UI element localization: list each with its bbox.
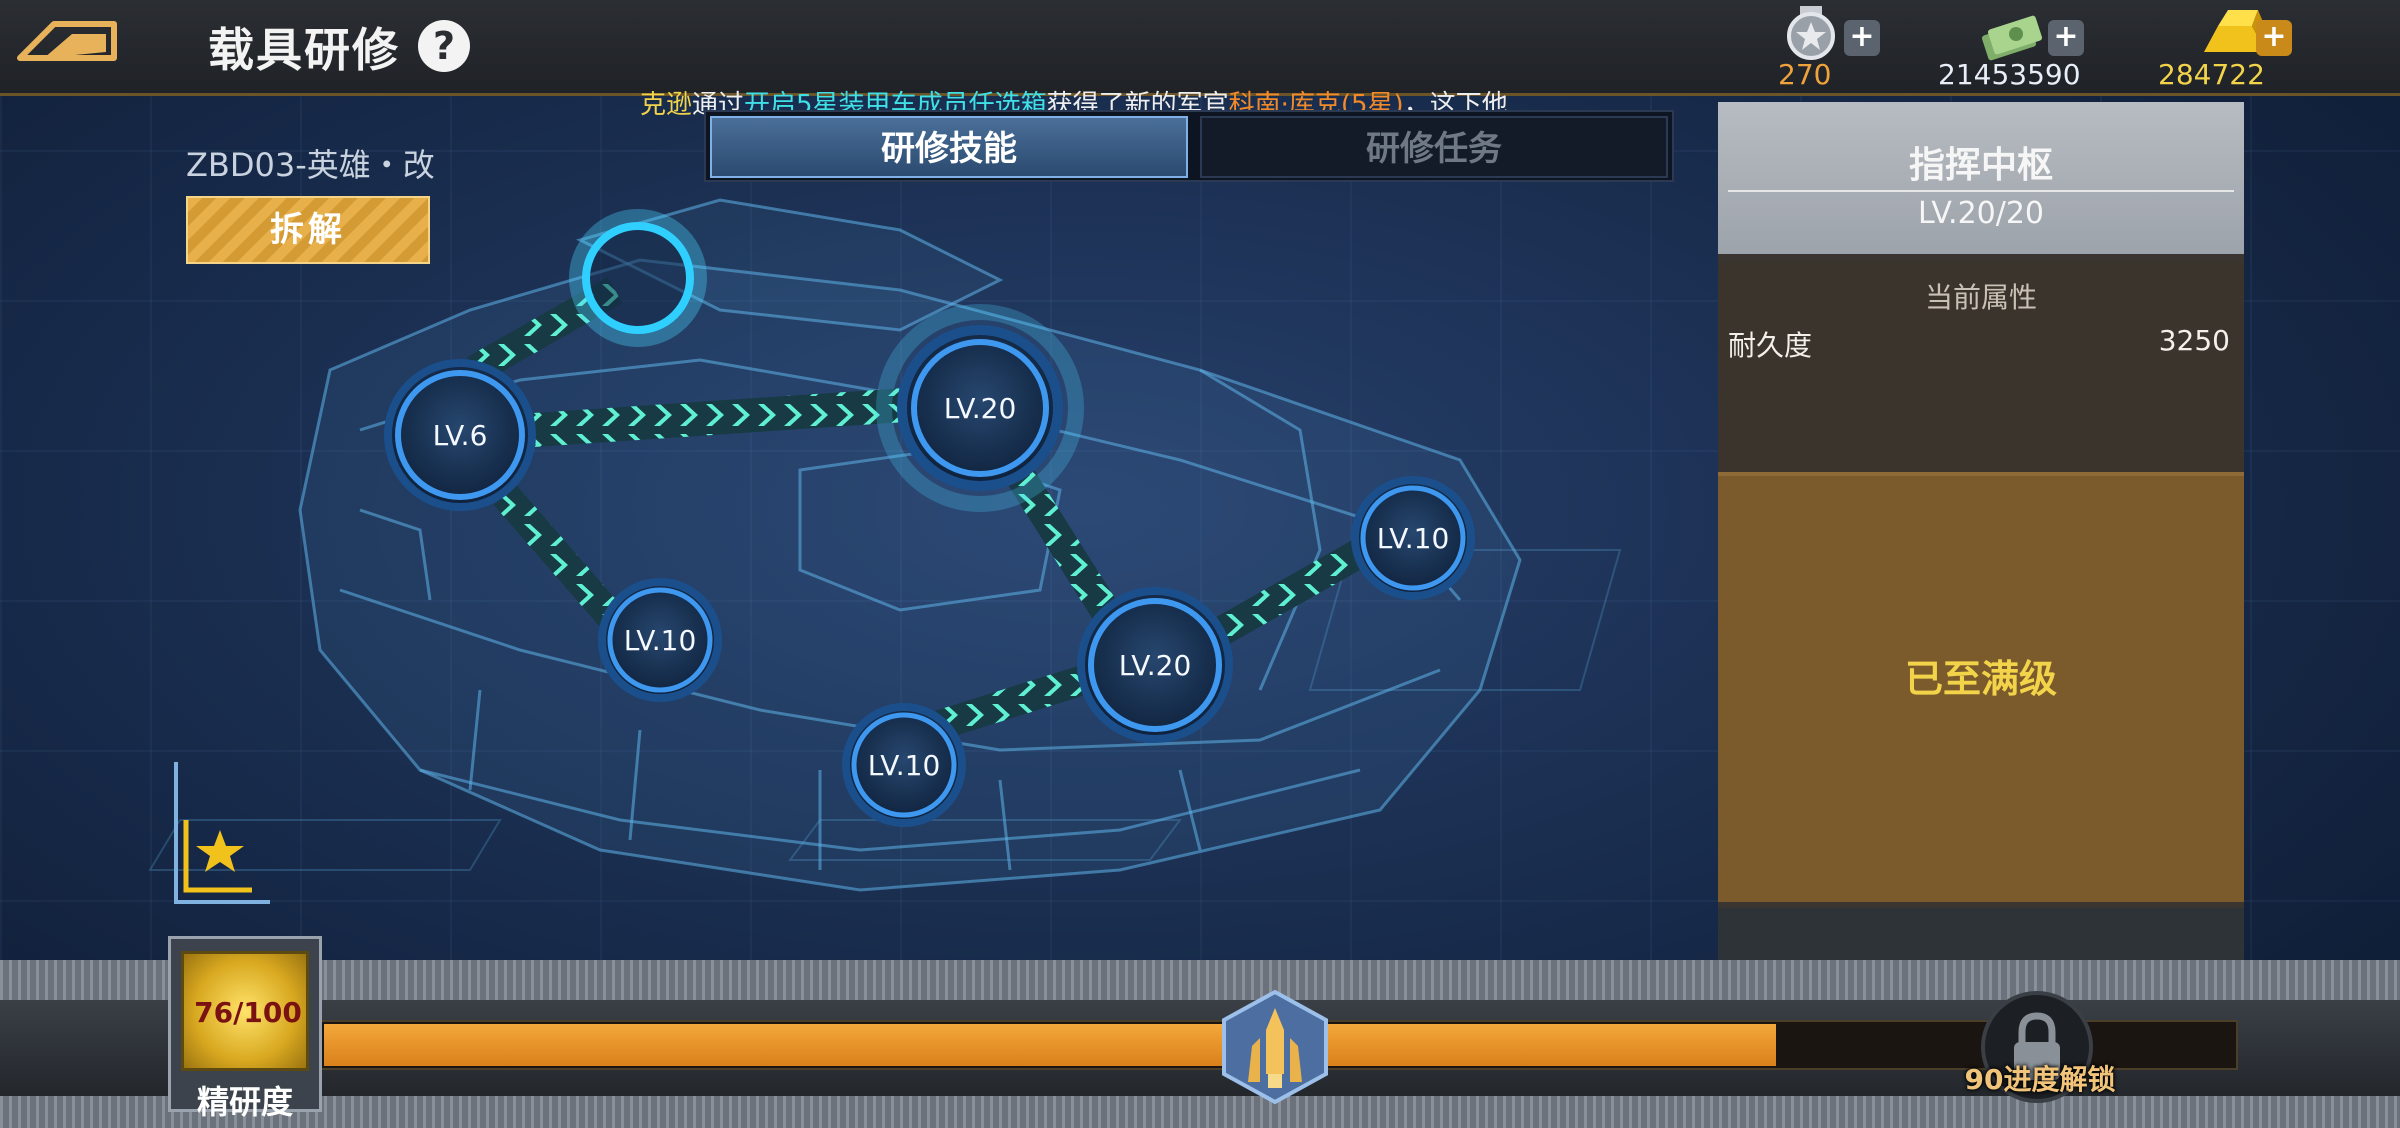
skill-node-top[interactable] — [569, 209, 707, 347]
skill-node-d[interactable]: LV.10 — [1351, 476, 1475, 600]
resource-gold: + 284722 — [2156, 4, 2296, 94]
detail-level: LV.20/20 — [1917, 196, 2045, 231]
skill-node-b-label: LV.20 — [944, 392, 1017, 425]
attr-value: 3250 — [2158, 324, 2230, 357]
cash-amount: 21453590 — [1938, 58, 2081, 91]
vehicle-research-screen: LV.6 LV.20 LV.10 LV.10 LV.20 LV.10 载具研修 … — [0, 0, 2400, 1128]
skill-node-b-selected[interactable]: LV.20 — [876, 304, 1084, 512]
medal-count: 270 — [1778, 58, 1832, 91]
detail-header: 指挥中枢 LV.20/20 — [1718, 102, 2244, 254]
add-cash-button[interactable]: + — [2048, 20, 2084, 56]
skill-node-e[interactable]: LV.20 — [1077, 587, 1233, 743]
skill-node-f-label: LV.10 — [868, 749, 941, 782]
lock-unlock-text: 90进度解锁 — [1964, 1063, 2116, 1096]
top-bar: 载具研修 ? + 270 + 21453590 + 284722 — [0, 0, 2400, 96]
tab-research-skills[interactable]: 研修技能 — [710, 116, 1188, 178]
detail-divider — [1728, 190, 2234, 192]
skill-node-a-label: LV.6 — [433, 419, 488, 452]
research-degree-badge[interactable]: 76/100 精研度 — [168, 936, 322, 1121]
tab-research-tasks[interactable]: 研修任务 — [1200, 116, 1668, 178]
detail-footer — [1718, 908, 2244, 962]
question-circle-icon[interactable]: ? — [418, 20, 470, 72]
research-progress-fill — [324, 1024, 1776, 1066]
cash-stack-icon — [1981, 15, 2043, 61]
page-title: 载具研修 — [208, 23, 400, 77]
research-degree-label: 精研度 — [196, 1083, 293, 1121]
skill-node-e-label: LV.20 — [1119, 649, 1192, 682]
attr-name: 耐久度 — [1728, 329, 1813, 362]
detail-title: 指挥中枢 — [1908, 145, 2053, 186]
star-rank-icon[interactable] — [172, 760, 272, 906]
detail-attributes: 当前属性 耐久度 3250 — [1718, 262, 2244, 472]
rocket-medal-icon[interactable] — [1218, 990, 1332, 1104]
medal-token-icon — [1787, 6, 1835, 60]
vehicle-name: ZBD03-英雄・改 — [186, 146, 435, 184]
dismantle-button[interactable]: 拆解 — [186, 196, 430, 264]
attr-section-title: 当前属性 — [1924, 281, 2037, 314]
add-medal-button[interactable]: + — [1844, 20, 1880, 56]
skill-node-a[interactable]: LV.6 — [384, 359, 536, 511]
max-level-status: 已至满级 — [1904, 657, 2057, 701]
skill-node-f[interactable]: LV.10 — [842, 703, 966, 827]
skill-detail-panel: 指挥中枢 LV.20/20 当前属性 耐久度 3250 已至满级 — [1718, 102, 2244, 962]
ticker-player: 克逊 — [640, 90, 693, 120]
skill-node-d-label: LV.10 — [1377, 522, 1450, 555]
resource-cash: + 21453590 — [1936, 4, 2136, 94]
max-level-box: 已至满级 — [1718, 472, 2244, 902]
add-gold-button[interactable]: + — [2256, 20, 2292, 56]
research-degree-star-icon: 76/100 — [181, 951, 309, 1071]
tab-bar: 研修技能 研修任务 — [704, 110, 1674, 182]
resource-medal: + 270 — [1768, 4, 1898, 94]
research-degree-value: 76/100 — [194, 996, 302, 1029]
skill-node-c[interactable]: LV.10 — [598, 578, 722, 702]
gold-amount: 284722 — [2158, 58, 2265, 91]
skill-node-c-label: LV.10 — [624, 624, 697, 657]
back-arrow-icon[interactable] — [14, 12, 120, 68]
